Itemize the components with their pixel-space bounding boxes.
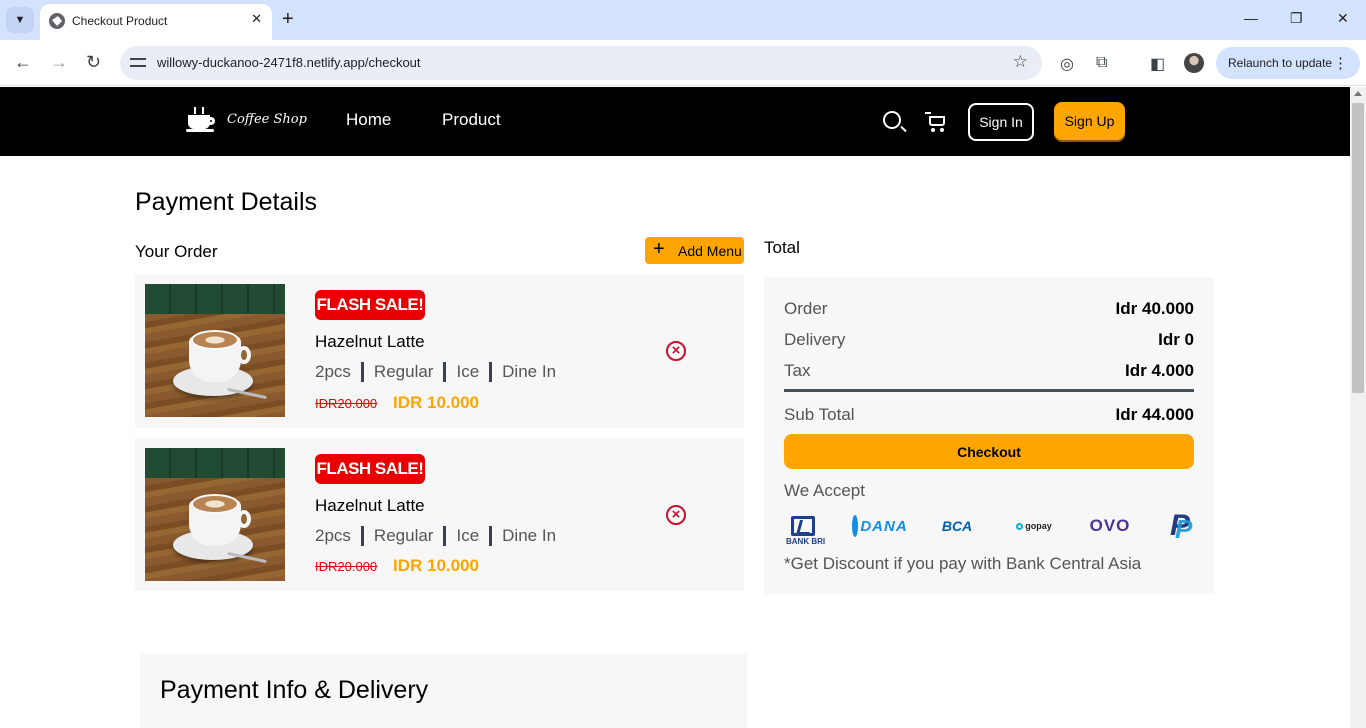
tax-value: Idr 4.000 (1125, 361, 1194, 380)
sale-price: IDR 10.000 (393, 556, 479, 575)
window-close-button[interactable]: ✕ (1337, 10, 1349, 27)
we-accept-label: We Accept (784, 481, 865, 500)
product-name: Hazelnut Latte (315, 496, 425, 515)
total-heading: Total (764, 238, 800, 257)
size-label: Regular (373, 362, 434, 381)
tab-close-icon[interactable]: ✕ (251, 11, 262, 27)
puzzle-icon[interactable]: ⧉ (1096, 54, 1107, 72)
remove-item-icon[interactable]: × (666, 341, 686, 361)
original-price: IDR20.000 (315, 559, 378, 574)
dana-logo-icon: DANA (852, 509, 907, 543)
relaunch-button[interactable]: Relaunch to update ⋮ (1216, 47, 1360, 79)
totals-divider (784, 389, 1194, 392)
add-menu-label: Add Menu (678, 243, 742, 259)
tax-label: Tax (784, 361, 811, 380)
brand-logo-text[interactable]: Coffee Shop (227, 112, 307, 127)
plus-icon: + (653, 238, 665, 260)
new-tab-button[interactable]: + (282, 8, 294, 30)
extension-icon[interactable]: ◎ (1060, 54, 1074, 74)
sign-up-button[interactable]: Sign Up (1054, 102, 1125, 140)
order-item: FLASH SALE! Hazelnut Latte 2pcs Regular … (135, 438, 744, 591)
flash-sale-badge: FLASH SALE! (315, 290, 425, 320)
product-attributes: 2pcs Regular Ice Dine In (315, 362, 556, 382)
your-order-heading: Your Order (135, 242, 218, 261)
remove-item-icon[interactable]: × (666, 505, 686, 525)
delivery-label: Delivery (784, 330, 846, 349)
size-label: Regular (373, 526, 434, 545)
paypal-logo-icon: P P (1170, 509, 1193, 545)
product-attributes: 2pcs Regular Ice Dine In (315, 526, 556, 546)
dine-label: Dine In (502, 362, 557, 381)
flash-sale-badge: FLASH SALE! (315, 454, 425, 484)
nav-product-link[interactable]: Product (442, 110, 501, 130)
total-summary-card: Order Idr 40.000 Delivery Idr 0 Tax Idr … (764, 277, 1214, 594)
cart-icon[interactable] (925, 112, 947, 132)
restore-button[interactable]: ❐ (1290, 10, 1303, 27)
bank-bri-logo-icon: BANK BRI (786, 509, 825, 546)
browser-tab[interactable]: Checkout Product ✕ (40, 4, 272, 40)
tab-title: Checkout Product (72, 14, 168, 28)
profile-avatar[interactable] (1184, 53, 1204, 73)
order-item: FLASH SALE! Hazelnut Latte 2pcs Regular … (135, 274, 744, 428)
scroll-up-arrow-icon[interactable] (1354, 91, 1362, 96)
discount-note: *Get Discount if you pay with Bank Centr… (784, 554, 1142, 573)
product-image (145, 284, 285, 417)
sign-in-button[interactable]: Sign In (968, 103, 1034, 141)
bookmark-star-icon[interactable]: ☆ (1013, 52, 1028, 72)
original-price: IDR20.000 (315, 396, 378, 411)
gopay-logo-icon: gopay (1014, 509, 1054, 543)
page-title: Payment Details (135, 188, 318, 216)
temp-label: Ice (456, 526, 480, 545)
url-text: willowy-duckanoo-2471f8.netlify.app/chec… (157, 55, 421, 70)
relaunch-label: Relaunch to update (1228, 56, 1333, 70)
payment-info-heading: Payment Info & Delivery (160, 676, 429, 704)
qty-label: 2pcs (315, 362, 351, 381)
address-bar[interactable]: willowy-duckanoo-2471f8.netlify.app/chec… (120, 46, 1042, 80)
back-button[interactable]: ← (14, 52, 32, 72)
reload-button[interactable]: ↻ (86, 52, 101, 72)
globe-icon (49, 13, 65, 29)
delivery-value: Idr 0 (1158, 330, 1194, 349)
site-info-icon[interactable] (130, 55, 146, 69)
tab-search-button[interactable]: ▼ (6, 7, 34, 33)
ovo-logo-icon: OVO (1089, 516, 1131, 535)
dine-label: Dine In (502, 526, 557, 545)
search-icon[interactable] (883, 111, 901, 129)
forward-button[interactable]: → (50, 52, 68, 72)
site-navbar: Coffee Shop Home Product Sign In Sign Up (0, 87, 1350, 156)
qty-label: 2pcs (315, 526, 351, 545)
minimize-button[interactable]: — (1244, 10, 1258, 26)
product-image (145, 448, 285, 581)
browser-toolbar: ← → ↻ willowy-duckanoo-2471f8.netlify.ap… (0, 40, 1366, 86)
more-menu-icon[interactable]: ⋮ (1333, 54, 1348, 72)
temp-label: Ice (456, 362, 480, 381)
coffee-cup-logo-icon[interactable] (186, 107, 216, 133)
payment-info-section: Payment Info & Delivery (140, 654, 747, 728)
page-scrollbar[interactable] (1350, 87, 1366, 728)
scrollbar-thumb[interactable] (1352, 103, 1364, 393)
browser-tab-bar: ▼ Checkout Product ✕ + — ❐ ✕ (0, 0, 1366, 40)
sale-price: IDR 10.000 (393, 393, 479, 412)
subtotal-label: Sub Total (784, 405, 855, 424)
product-name: Hazelnut Latte (315, 332, 425, 351)
order-value: Idr 40.000 (1115, 299, 1194, 318)
nav-home-link[interactable]: Home (346, 110, 391, 130)
add-menu-button[interactable]: + Add Menu (645, 237, 744, 264)
checkout-button[interactable]: Checkout (784, 434, 1194, 469)
side-panel-icon[interactable]: ◧ (1150, 54, 1165, 74)
subtotal-value: Idr 44.000 (1115, 405, 1194, 424)
bca-logo-icon: BCA (941, 518, 973, 534)
order-label: Order (784, 299, 828, 318)
